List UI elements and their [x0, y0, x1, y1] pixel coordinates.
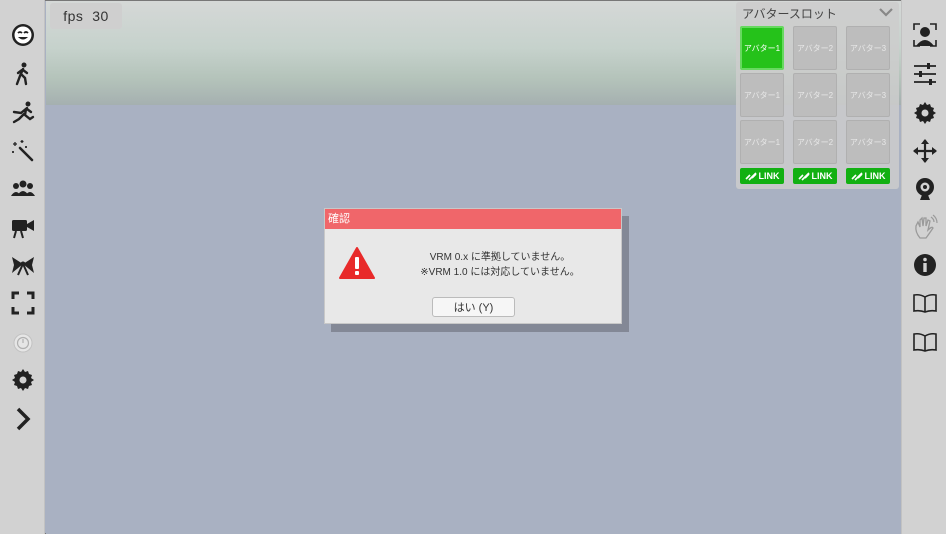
timer-icon [13, 333, 32, 352]
left-toolbar [0, 0, 45, 534]
yes-button[interactable]: はい (Y) [432, 297, 515, 317]
manual-button[interactable] [908, 286, 941, 319]
avatar-slot-panel: アバタースロット アバター1 アバター2 アバター3 アバター1 アバター2 ア… [736, 2, 899, 189]
dialog-message-line2: ※VRM 1.0 には対応していません。 [420, 267, 580, 278]
magic-wand-icon [11, 139, 33, 161]
link-label: LINK [864, 171, 886, 181]
settings-gear-icon [11, 368, 34, 391]
run-button[interactable] [6, 96, 39, 129]
hand-wave-icon [914, 214, 938, 239]
bow-icon [11, 256, 34, 275]
fps-label: fps [63, 8, 84, 24]
webcam-button[interactable] [908, 172, 941, 205]
avatar-slot-1-1[interactable]: アバター1 [740, 26, 784, 70]
link-chain-icon [850, 171, 863, 181]
video-camera-icon [11, 219, 34, 238]
avatar-slot-1-3[interactable]: アバター3 [846, 26, 890, 70]
hand-tracking-button[interactable] [908, 210, 941, 243]
fps-counter: fps 30 [50, 3, 122, 29]
accessory-button[interactable] [6, 248, 39, 281]
avatar-slot-2-1[interactable]: アバター1 [740, 73, 784, 117]
right-toolbar [901, 0, 946, 534]
timer-button[interactable] [6, 325, 39, 358]
info-icon [913, 253, 936, 276]
group-button[interactable] [6, 172, 39, 205]
book-icon [912, 332, 937, 352]
avatar-slot-1-2[interactable]: アバター2 [793, 26, 837, 70]
fullscreen-button[interactable] [6, 286, 39, 319]
face-tracking-icon [912, 22, 937, 47]
link-button-3[interactable]: LINK [846, 168, 890, 184]
run-icon [12, 101, 34, 123]
effects-button[interactable] [6, 134, 39, 167]
group-icon [10, 180, 35, 196]
walk-button[interactable] [6, 57, 39, 90]
chevron-right-icon [16, 407, 30, 430]
avatar-slot-2-3[interactable]: アバター3 [846, 73, 890, 117]
settings-button[interactable] [6, 363, 39, 396]
dialog-title: 確認 [325, 209, 621, 229]
confirm-dialog: 確認 VRM 0.x に準拠していません。 ※VRM 1.0 には対応していませ… [324, 208, 622, 324]
link-label: LINK [758, 171, 780, 181]
warning-icon [339, 247, 375, 279]
camera-button[interactable] [6, 210, 39, 243]
gear-icon [913, 101, 936, 124]
link-button-2[interactable]: LINK [793, 168, 837, 184]
face-icon [11, 23, 34, 46]
adjust-button[interactable] [908, 57, 941, 90]
chevron-down-icon[interactable] [879, 6, 893, 18]
info-button[interactable] [908, 248, 941, 281]
avatar-slot-title: アバタースロット [742, 7, 837, 21]
face-button[interactable] [6, 18, 39, 51]
book-icon [912, 293, 937, 313]
face-tracking-button[interactable] [908, 18, 941, 51]
avatar-slot-3-3[interactable]: アバター3 [846, 120, 890, 164]
webcam-icon [915, 177, 934, 200]
walk-icon [15, 62, 28, 85]
sliders-icon [913, 62, 936, 85]
avatar-slot-3-2[interactable]: アバター2 [793, 120, 837, 164]
manual-button-2[interactable] [908, 325, 941, 358]
link-button-1[interactable]: LINK [740, 168, 784, 184]
dialog-message-line1: VRM 0.x に準拠していません。 [429, 252, 571, 263]
avatar-slot-2-2[interactable]: アバター2 [793, 73, 837, 117]
link-chain-icon [797, 171, 810, 181]
avatar-slot-3-1[interactable]: アバター1 [740, 120, 784, 164]
link-label: LINK [811, 171, 833, 181]
move-arrows-icon [912, 138, 937, 163]
gear-button[interactable] [908, 96, 941, 129]
link-chain-icon [744, 171, 757, 181]
move-button[interactable] [908, 134, 941, 167]
fps-value: 30 [92, 8, 109, 24]
fullscreen-icon [11, 291, 34, 314]
expand-button[interactable] [6, 402, 39, 435]
dialog-message: VRM 0.x に準拠していません。 ※VRM 1.0 には対応していません。 [385, 250, 615, 280]
